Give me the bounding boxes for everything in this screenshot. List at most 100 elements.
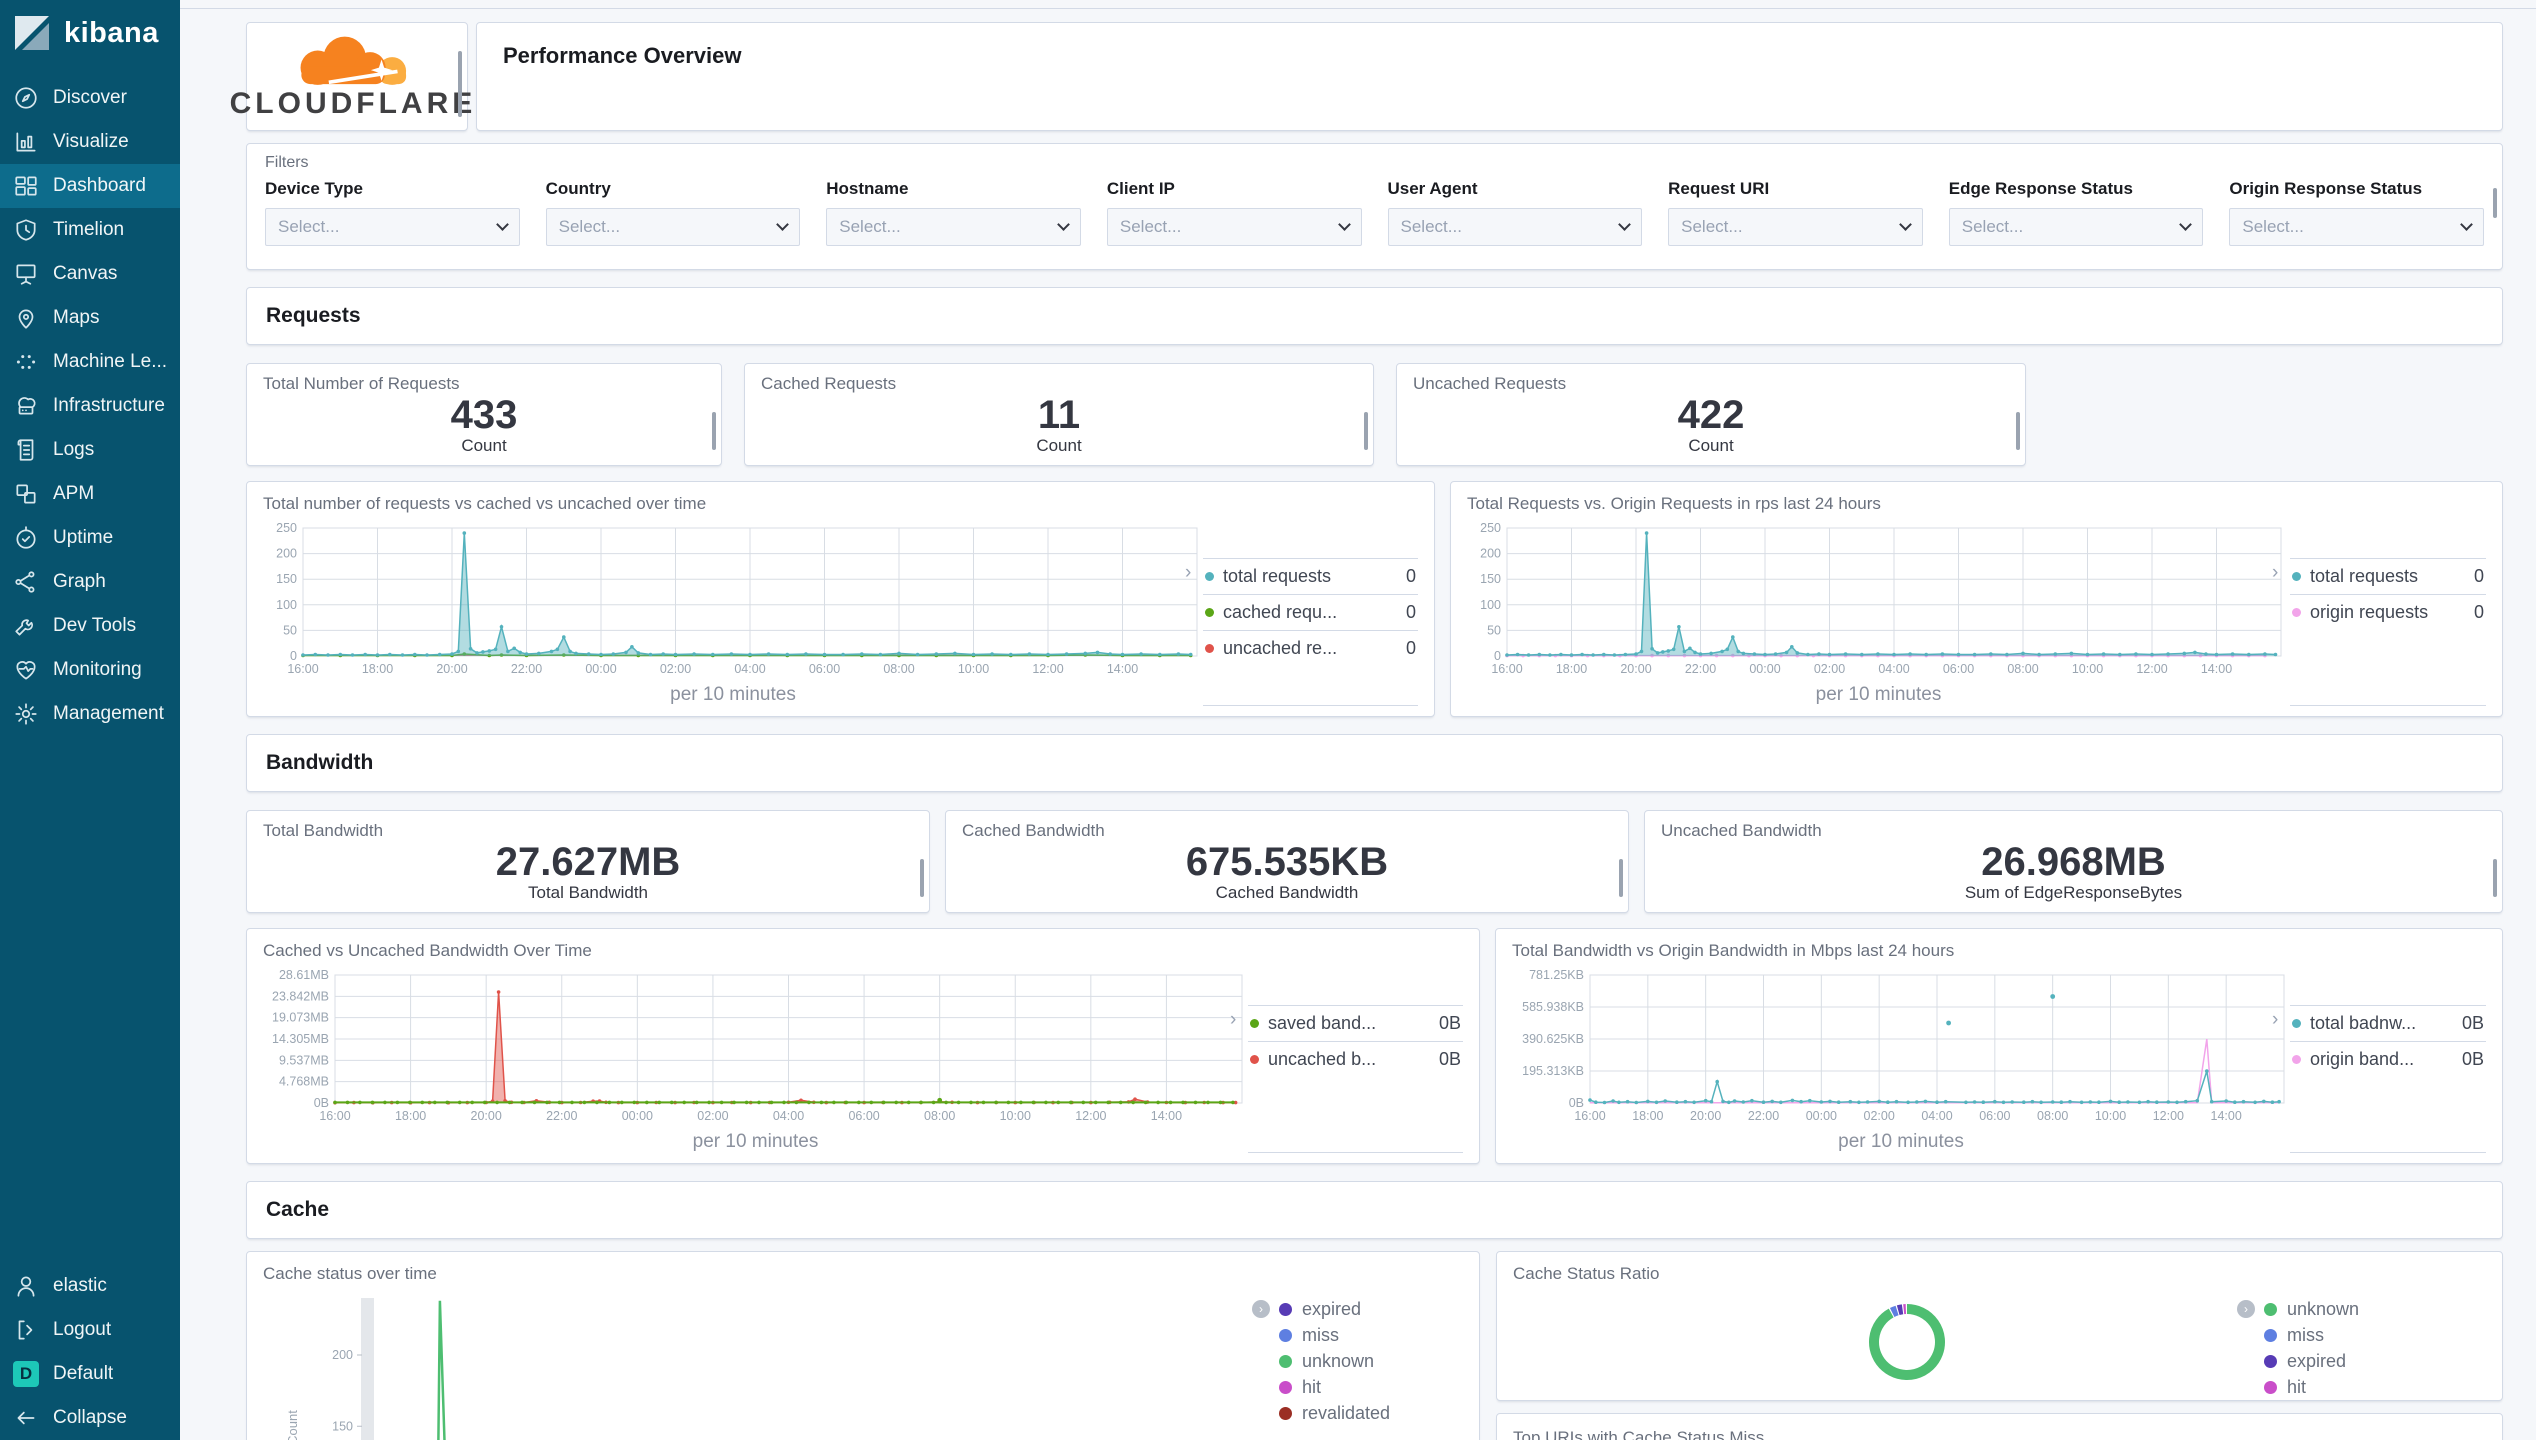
chevron-down-icon bbox=[776, 218, 790, 231]
cloudflare-logo-panel: CLOUDFLARE® bbox=[230, 22, 484, 131]
legend-expand-icon[interactable]: › bbox=[1252, 1300, 1270, 1318]
cache-status-over-time-chart: 150 200 bbox=[332, 1298, 446, 1440]
sidebar-item-uptime[interactable]: Uptime bbox=[0, 516, 180, 560]
chart-legend: › saved band... 0B uncached b... 0B bbox=[1230, 1005, 1463, 1153]
svg-text:06:00: 06:00 bbox=[848, 1109, 879, 1123]
metric-cached-requests: Cached Requests 11 Count bbox=[744, 363, 1374, 466]
filter-hostname: Hostname Select... bbox=[826, 179, 1081, 246]
legend-item-unknown[interactable]: unknown bbox=[1279, 1348, 1455, 1374]
sidebar-item-infrastructure[interactable]: Infrastructure bbox=[0, 384, 180, 428]
sidebar-item-apm[interactable]: APM bbox=[0, 472, 180, 516]
legend-item-total-requests[interactable]: total requests 0 bbox=[2290, 558, 2486, 594]
legend-expand-icon[interactable]: › bbox=[2272, 562, 2278, 584]
legend-item-expired[interactable]: expired bbox=[1279, 1296, 1455, 1322]
client-ip-select[interactable]: Select... bbox=[1106, 208, 1362, 246]
legend-item-revalidated[interactable]: revalidated bbox=[1279, 1400, 1455, 1426]
panel-scrollbar[interactable] bbox=[920, 859, 924, 897]
svg-text:18:00: 18:00 bbox=[1632, 1109, 1663, 1123]
metric-uncached-requests: Uncached Requests 422 Count bbox=[1396, 363, 2026, 466]
svg-text:200: 200 bbox=[276, 547, 297, 561]
panel-scrollbar[interactable] bbox=[2493, 188, 2497, 218]
svg-text:195.313KB: 195.313KB bbox=[1522, 1064, 1584, 1078]
sidebar-item-collapse[interactable]: Collapse bbox=[0, 1396, 180, 1440]
request-uri-select[interactable]: Select... bbox=[1668, 208, 1923, 246]
kibana-brand[interactable]: kibana bbox=[0, 0, 180, 66]
legend-item-hit[interactable]: hit bbox=[1279, 1374, 1455, 1400]
legend-item-miss[interactable]: miss bbox=[1279, 1322, 1455, 1348]
legend-expand-icon[interactable]: › bbox=[1230, 1009, 1236, 1031]
legend-item-origin-requests[interactable]: origin requests 0 bbox=[2290, 594, 2486, 630]
svg-text:100: 100 bbox=[1480, 598, 1501, 612]
graph-icon bbox=[13, 569, 39, 595]
panel-scrollbar[interactable] bbox=[1364, 412, 1368, 450]
filter-request-uri: Request URI Select... bbox=[1668, 179, 1923, 246]
canvas-icon bbox=[13, 261, 39, 287]
legend-item-expired[interactable]: expired bbox=[2264, 1348, 2440, 1374]
sidebar-item-space-default[interactable]: D Default bbox=[0, 1352, 180, 1396]
total-vs-origin-bandwidth-chart-panel: Total Bandwidth vs Origin Bandwidth in M… bbox=[1495, 928, 2503, 1164]
sidebar-item-timelion[interactable]: Timelion bbox=[0, 208, 180, 252]
hostname-select[interactable]: Select... bbox=[826, 208, 1081, 246]
svg-text:04:00: 04:00 bbox=[1878, 662, 1909, 676]
sidebar-item-logout[interactable]: Logout bbox=[0, 1308, 180, 1352]
svg-text:23.842MB: 23.842MB bbox=[272, 989, 329, 1003]
legend-expand-icon[interactable]: › bbox=[2237, 1300, 2255, 1318]
panel-scrollbar[interactable] bbox=[458, 51, 462, 117]
sidebar-item-logs[interactable]: Logs bbox=[0, 428, 180, 472]
cache-row: Cache status over time 150 200 Count › ex… bbox=[246, 1251, 2503, 1440]
svg-text:150: 150 bbox=[332, 1419, 353, 1433]
legend-item-uncached-requests[interactable]: uncached re... 0 bbox=[1203, 630, 1418, 666]
legend-item-hit[interactable]: hit bbox=[2264, 1374, 2440, 1400]
sidebar-item-discover[interactable]: Discover bbox=[0, 76, 180, 120]
cloudflare-cloud-icon bbox=[300, 36, 407, 85]
svg-text:10:00: 10:00 bbox=[1000, 1109, 1031, 1123]
svg-text:22:00: 22:00 bbox=[511, 662, 542, 676]
sidebar-item-machine-learning[interactable]: Machine Le... bbox=[0, 340, 180, 384]
svg-text:18:00: 18:00 bbox=[1556, 662, 1587, 676]
filter-device-type: Device Type Select... bbox=[265, 179, 520, 246]
edge-response-status-select[interactable]: Select... bbox=[1948, 208, 2204, 246]
sidebar-item-visualize[interactable]: Visualize bbox=[0, 120, 180, 164]
legend-item-cached-requests[interactable]: cached requ... 0 bbox=[1203, 594, 1418, 630]
legend-item-unknown[interactable]: unknown bbox=[2264, 1296, 2440, 1322]
device-type-select[interactable]: Select... bbox=[265, 208, 520, 246]
legend-item-miss[interactable]: miss bbox=[2264, 1322, 2440, 1348]
panel-scrollbar[interactable] bbox=[2016, 412, 2020, 450]
legend-item-saved-bandwidth[interactable]: saved band... 0B bbox=[1248, 1005, 1463, 1041]
sidebar-item-maps[interactable]: Maps bbox=[0, 296, 180, 340]
user-icon bbox=[13, 1273, 39, 1299]
svg-text:16:00: 16:00 bbox=[1491, 662, 1522, 676]
sidebar-item-graph[interactable]: Graph bbox=[0, 560, 180, 604]
sidebar-item-monitoring[interactable]: Monitoring bbox=[0, 648, 180, 692]
sidebar-nav: Discover Visualize Dashboard Timelion Ca… bbox=[0, 76, 180, 736]
sidebar-item-dashboard[interactable]: Dashboard bbox=[0, 164, 180, 208]
legend-item-uncached-bandwidth[interactable]: uncached b... 0B bbox=[1248, 1041, 1463, 1077]
bandwidth-over-time-chart: 0B 4.768MB 9.537MB 14.305MB 19.073MB 23.842MB… bbox=[272, 968, 1243, 1123]
legend-item-total-requests[interactable]: total requests 0 bbox=[1203, 558, 1418, 594]
sidebar-item-canvas[interactable]: Canvas bbox=[0, 252, 180, 296]
svg-text:0: 0 bbox=[290, 649, 297, 663]
legend-item-total-bandwidth[interactable]: total badnw... 0B bbox=[2290, 1005, 2486, 1041]
legend-expand-icon[interactable]: › bbox=[1185, 562, 1191, 584]
origin-response-status-select[interactable]: Select... bbox=[2229, 208, 2484, 246]
visualize-icon bbox=[13, 129, 39, 155]
chart-legend: › total requests 0 cached requ... 0 unca… bbox=[1185, 558, 1418, 706]
sidebar-item-dev-tools[interactable]: Dev Tools bbox=[0, 604, 180, 648]
svg-text:150: 150 bbox=[1480, 572, 1501, 586]
maps-icon bbox=[13, 305, 39, 331]
svg-text:18:00: 18:00 bbox=[362, 662, 393, 676]
sidebar-item-management[interactable]: Management bbox=[0, 692, 180, 736]
country-select[interactable]: Select... bbox=[545, 208, 801, 246]
bandwidth-over-time-chart-panel: Cached vs Uncached Bandwidth Over Time 0… bbox=[246, 928, 1480, 1164]
panel-scrollbar[interactable] bbox=[1619, 859, 1623, 897]
svg-text:20:00: 20:00 bbox=[1690, 1109, 1721, 1123]
legend-expand-icon[interactable]: › bbox=[2272, 1009, 2278, 1031]
sidebar-item-user-elastic[interactable]: elastic bbox=[0, 1264, 180, 1308]
logs-icon bbox=[13, 437, 39, 463]
svg-text:12:00: 12:00 bbox=[2136, 662, 2167, 676]
panel-scrollbar[interactable] bbox=[712, 412, 716, 450]
panel-scrollbar[interactable] bbox=[2493, 859, 2497, 897]
filter-edge-response-status: Edge Response Status Select... bbox=[1948, 179, 2204, 246]
legend-item-origin-bandwidth[interactable]: origin band... 0B bbox=[2290, 1041, 2486, 1077]
user-agent-select[interactable]: Select... bbox=[1387, 208, 1643, 246]
